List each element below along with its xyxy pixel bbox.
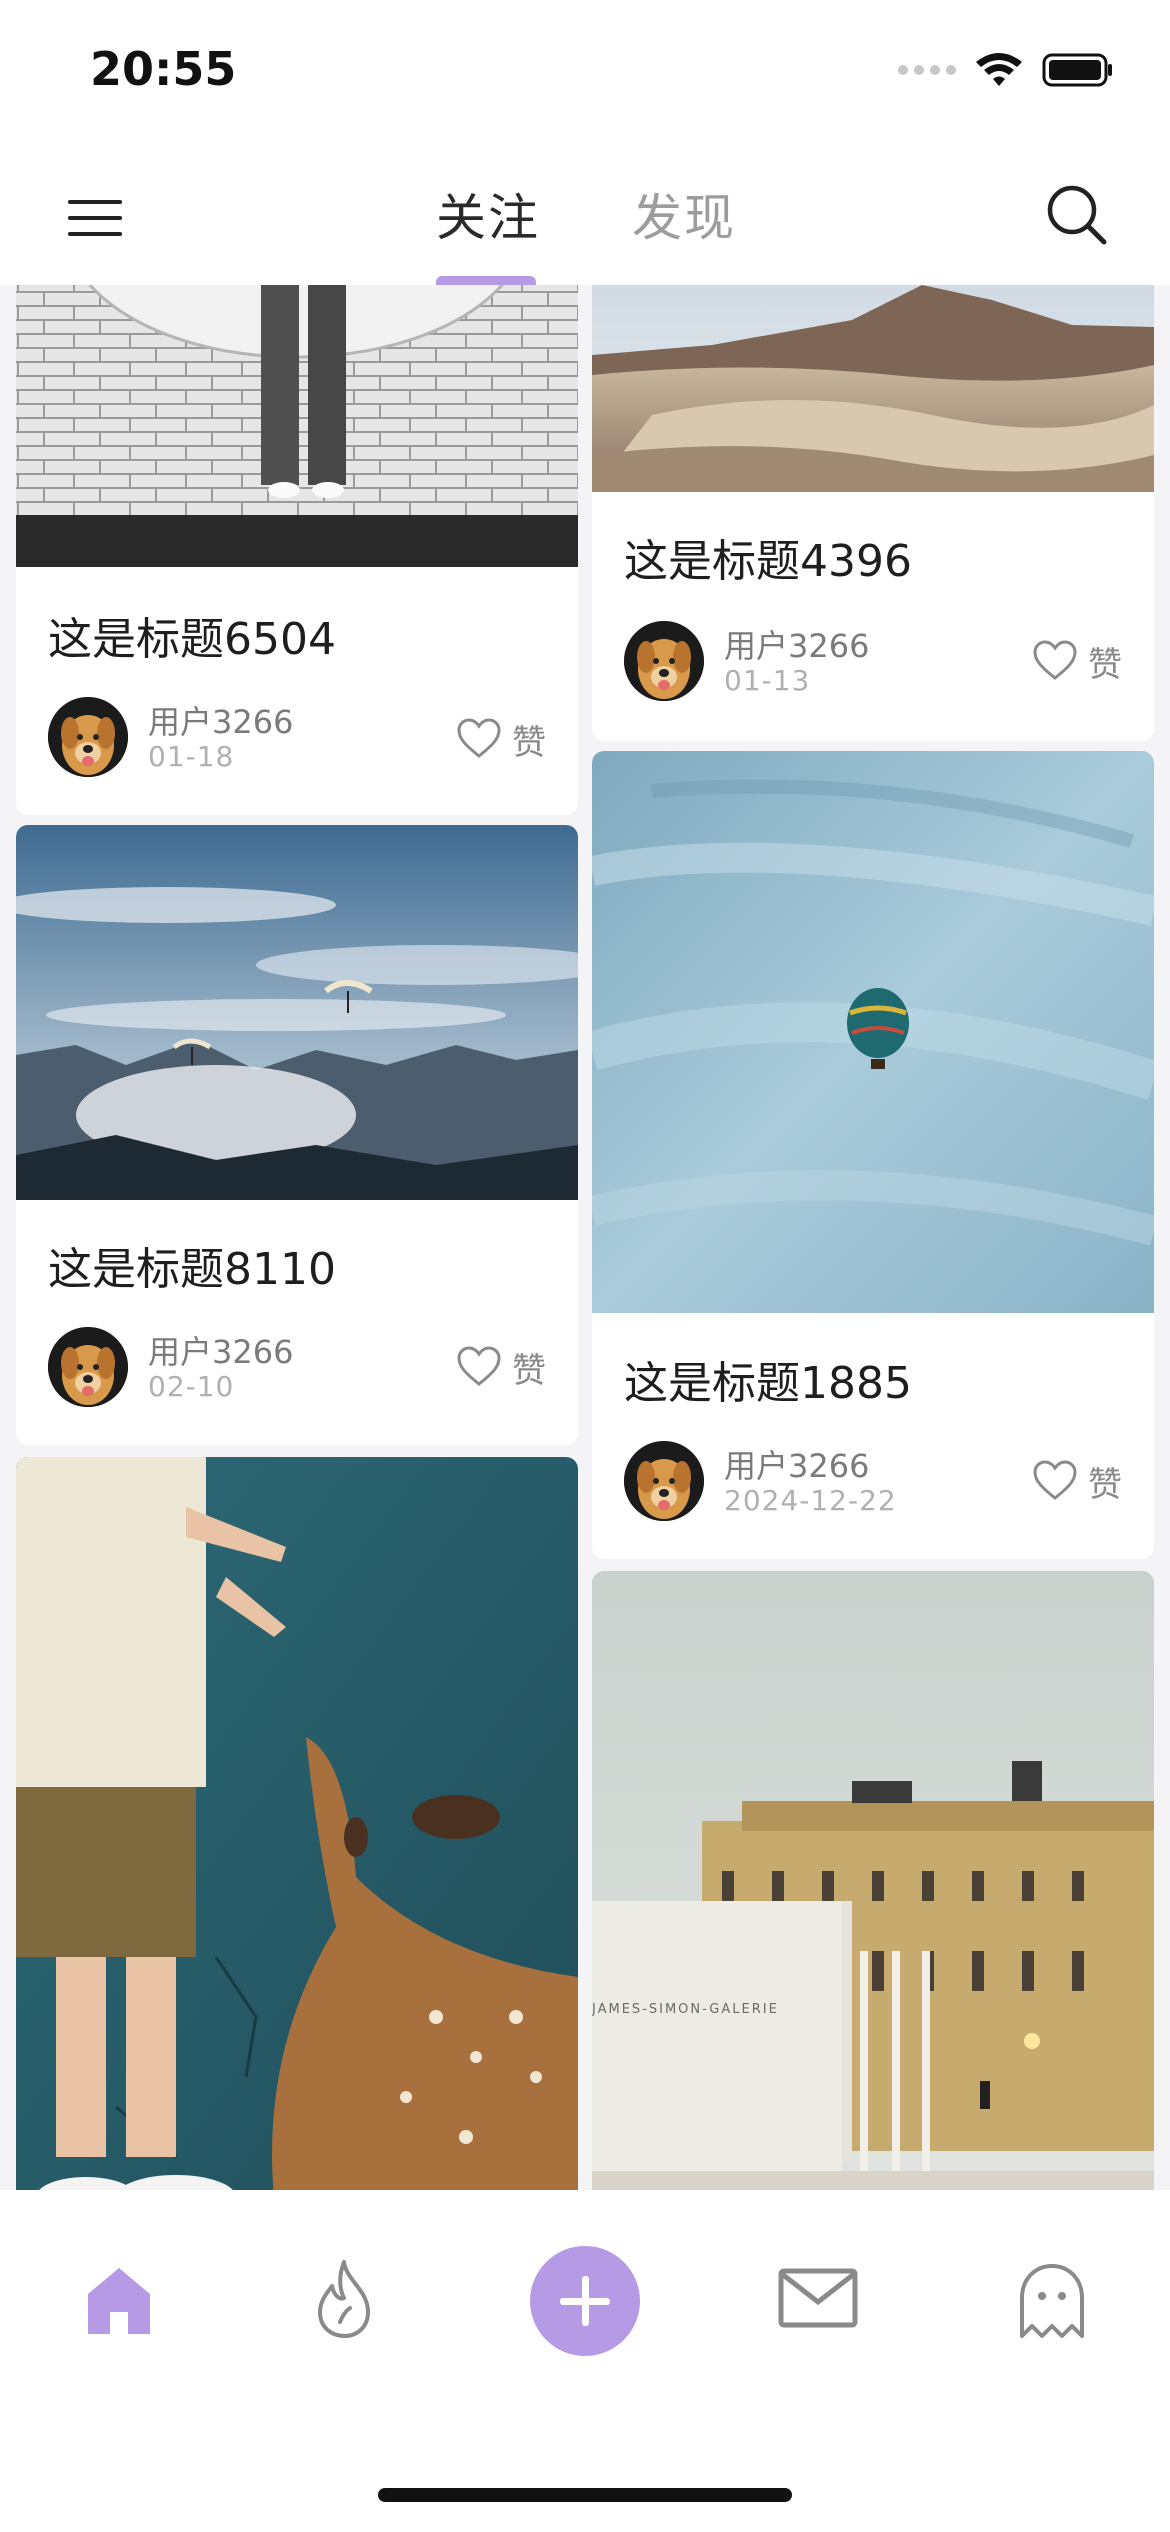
fire-icon[interactable] xyxy=(310,2258,380,2344)
tab-discover[interactable]: 发现 xyxy=(632,178,736,250)
avatar[interactable] xyxy=(624,621,704,701)
heart-icon xyxy=(1032,639,1078,685)
post-title: 这是标题4396 xyxy=(624,536,912,587)
post-date: 02-10 xyxy=(148,1370,235,1403)
avatar[interactable] xyxy=(48,697,128,777)
post-username: 用户3266 xyxy=(724,1447,870,1485)
heart-icon xyxy=(456,1345,502,1391)
feed-card[interactable]: 这是标题8110 用户3266 02-10 赞 xyxy=(16,825,578,1445)
like-button[interactable]: 赞 xyxy=(456,715,546,764)
like-button[interactable]: 赞 xyxy=(1032,637,1122,686)
feed-card[interactable]: JAMES-SIMON-GALERIE xyxy=(592,1571,1154,2190)
feed-card[interactable]: 这是标题4396 用户3266 01-13 赞 xyxy=(592,285,1154,741)
ghost-icon[interactable] xyxy=(1012,2260,1092,2344)
mail-icon[interactable] xyxy=(778,2268,858,2332)
like-button[interactable]: 赞 xyxy=(1032,1457,1122,1506)
like-button[interactable]: 赞 xyxy=(456,1343,546,1392)
plus-icon[interactable] xyxy=(530,2246,640,2360)
search-icon[interactable] xyxy=(1042,180,1112,250)
like-label: 赞 xyxy=(512,1351,546,1391)
post-date: 2024-12-22 xyxy=(724,1484,897,1517)
like-label: 赞 xyxy=(512,723,546,763)
avatar[interactable] xyxy=(624,1441,704,1521)
post-date: 01-13 xyxy=(724,664,811,697)
post-photo[interactable]: JAMES-SIMON-GALERIE xyxy=(592,1571,1154,2190)
feed-card[interactable]: 这是标题6504 用户3266 01-18 赞 xyxy=(16,285,578,815)
home-indicator xyxy=(378,2488,792,2502)
heart-icon xyxy=(1032,1459,1078,1505)
post-photo[interactable] xyxy=(16,285,578,567)
like-label: 赞 xyxy=(1088,1465,1122,1505)
signal-icon xyxy=(898,65,956,75)
post-photo[interactable] xyxy=(16,825,578,1200)
post-photo[interactable] xyxy=(592,285,1154,492)
feed-grid: 这是标题6504 用户3266 01-18 赞 这是标题4396 用户3266 … xyxy=(0,285,1170,2190)
battery-icon xyxy=(1042,53,1114,87)
post-photo[interactable] xyxy=(592,751,1154,1313)
status-bar: 20:55 xyxy=(0,0,1170,150)
menu-icon[interactable] xyxy=(66,188,126,248)
status-icons xyxy=(898,52,1114,88)
post-title: 这是标题8110 xyxy=(48,1244,336,1295)
status-time: 20:55 xyxy=(90,42,237,96)
post-username: 用户3266 xyxy=(724,627,870,665)
building-inscription: JAMES-SIMON-GALERIE xyxy=(592,2002,779,2017)
home-icon[interactable] xyxy=(80,2260,158,2342)
post-title: 这是标题6504 xyxy=(48,614,336,665)
heart-icon xyxy=(456,717,502,763)
post-username: 用户3266 xyxy=(148,703,294,741)
top-navigation-bar: 关注 发现 xyxy=(0,150,1170,286)
post-date: 01-18 xyxy=(148,740,235,773)
tab-following[interactable]: 关注 xyxy=(436,178,540,250)
post-username: 用户3266 xyxy=(148,1333,294,1371)
feed-card[interactable] xyxy=(16,1457,578,2190)
post-title: 这是标题1885 xyxy=(624,1358,912,1409)
avatar[interactable] xyxy=(48,1327,128,1407)
like-label: 赞 xyxy=(1088,645,1122,685)
bottom-tab-bar xyxy=(0,2190,1170,2532)
post-photo[interactable] xyxy=(16,1457,578,2190)
wifi-icon xyxy=(974,52,1024,88)
feed-card[interactable]: 这是标题1885 用户3266 2024-12-22 赞 xyxy=(592,751,1154,1559)
